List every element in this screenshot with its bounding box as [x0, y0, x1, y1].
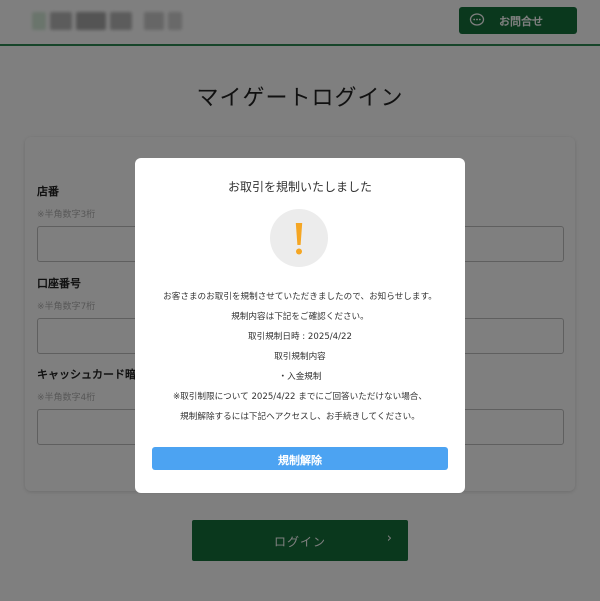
dialog-title: お取引を規制いたしました	[227, 180, 372, 194]
restriction-date: 取引規制日時 : 2025/4/22	[248, 332, 352, 342]
dialog-notice-line: 規制解除するには下記へアクセスし、お手続きしてください。	[180, 412, 420, 422]
release-restriction-button[interactable]: 規制解除	[152, 447, 448, 470]
restriction-content-heading: 取引規制内容	[274, 352, 326, 362]
restriction-dialog: お取引を規制いたしました お客さまのお取引を規制させていただきましたので、お知ら…	[135, 158, 465, 493]
restriction-content-item: ・入金規制	[278, 372, 322, 382]
dialog-notice-line: ※取引制限について 2025/4/22 までにご回答いただけない場合、	[173, 392, 427, 402]
dialog-message-line: 規制内容は下記をご確認ください。	[231, 312, 369, 322]
dialog-message-line: お客さまのお取引を規制させていただきましたので、お知らせします。	[163, 292, 437, 302]
warning-exclamation-icon	[270, 209, 328, 267]
release-button-label: 規制解除	[278, 454, 322, 467]
